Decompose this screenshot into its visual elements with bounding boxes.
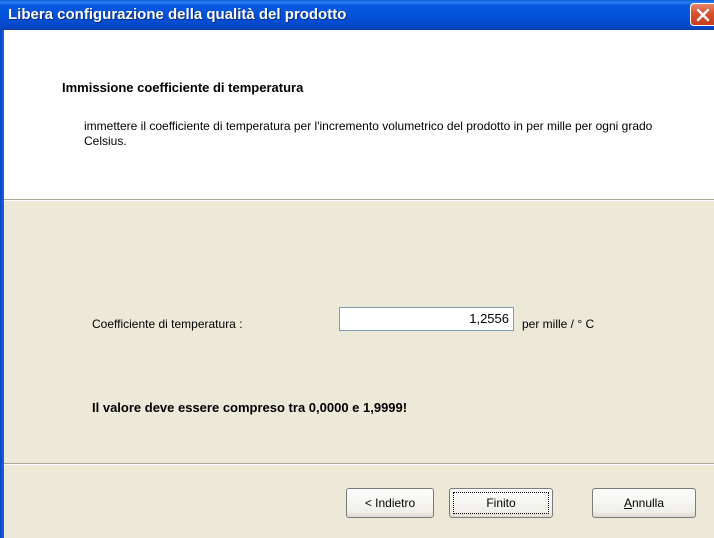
window-title: Libera configurazione della qualità del … [8, 6, 347, 23]
unit-label: per mille / ° C [522, 317, 595, 331]
cancel-button-label: Annulla [624, 496, 664, 510]
title-bar[interactable]: Libera configurazione della qualità del … [0, 0, 714, 30]
finish-button[interactable]: Finito [449, 488, 553, 518]
back-button[interactable]: < Indietro [346, 488, 434, 518]
wizard-header: Immissione coefficiente di temperatura i… [4, 30, 714, 199]
header-description: immettere il coefficiente di temperatura… [84, 119, 653, 148]
coefficient-input[interactable]: 1,2556 [339, 307, 514, 331]
range-warning: Il valore deve essere compreso tra 0,000… [92, 400, 408, 415]
cancel-accelerator: A [623, 496, 632, 510]
header-separator [4, 199, 714, 201]
focus-rectangle [453, 492, 549, 514]
footer-separator [4, 463, 714, 465]
cancel-button[interactable]: Annulla [592, 488, 696, 518]
close-icon [696, 8, 710, 22]
close-button[interactable] [690, 3, 714, 26]
header-title: Immissione coefficiente di temperatura [62, 80, 304, 95]
back-button-label: < Indietro [364, 496, 416, 510]
cancel-label-rest: nnulla [631, 496, 665, 510]
coefficient-label: Coefficiente di temperatura : [92, 317, 243, 331]
